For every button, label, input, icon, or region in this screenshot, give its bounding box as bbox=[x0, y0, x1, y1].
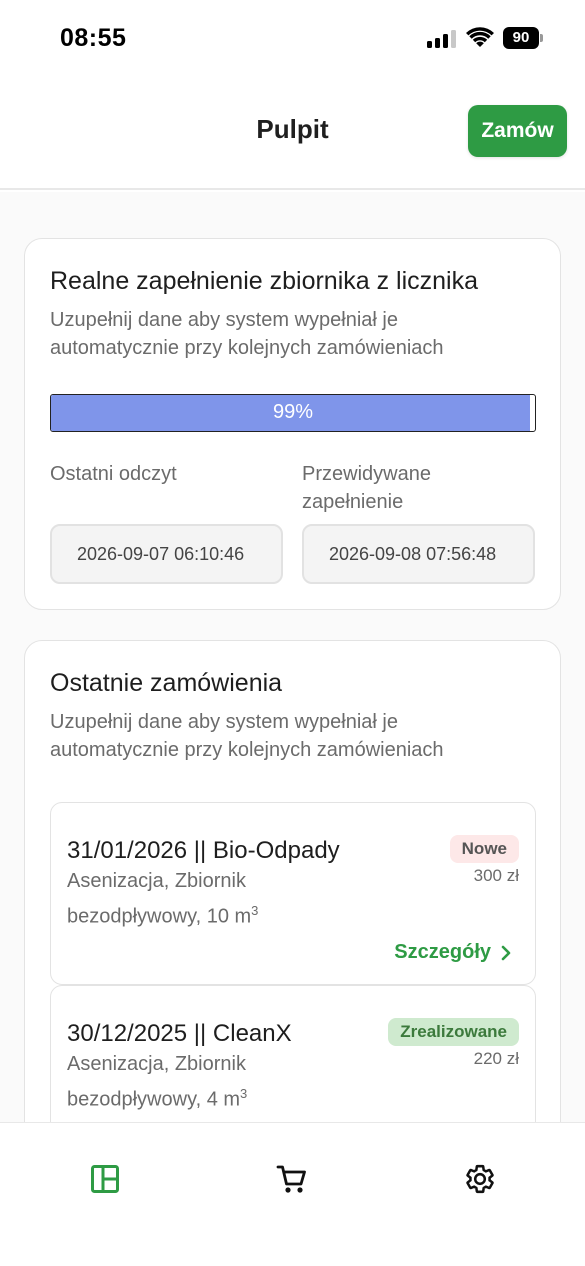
order-title: 31/01/2026 || Bio-Odpady bbox=[67, 837, 340, 864]
last-reading-label: Ostatni odczyt bbox=[50, 463, 177, 485]
status-time: 08:55 bbox=[60, 24, 127, 52]
progress-label: 99% bbox=[272, 401, 314, 423]
order-description: Asenizacja, Zbiornik bezodpływowy, 4 m3 bbox=[67, 1053, 248, 1111]
app-header: Pulpit Zamów bbox=[0, 80, 585, 190]
battery-icon: 90 bbox=[503, 27, 543, 49]
bottom-navigation bbox=[0, 1122, 585, 1266]
tank-card-subtitle: Uzupełnij dane aby system wypełniał je a… bbox=[50, 309, 444, 359]
nav-orders[interactable] bbox=[272, 1159, 312, 1199]
order-list-item[interactable]: 31/01/2026 || Bio-Odpady Asenizacja, Zbi… bbox=[50, 802, 536, 985]
cart-icon bbox=[276, 1165, 306, 1193]
last-reading-field[interactable] bbox=[50, 524, 283, 584]
dashboard-content[interactable]: Realne zapełnienie zbiornika z licznika … bbox=[0, 192, 585, 1122]
details-link[interactable]: Szczegóły bbox=[394, 941, 511, 964]
predicted-fill-field[interactable] bbox=[302, 524, 535, 584]
dashboard-icon bbox=[91, 1165, 119, 1193]
order-button[interactable]: Zamów bbox=[468, 105, 567, 157]
settings-gear-icon bbox=[466, 1164, 494, 1194]
status-bar: 08:55 90 bbox=[0, 0, 585, 80]
wifi-icon bbox=[466, 27, 494, 49]
order-price: 220 zł bbox=[473, 1049, 519, 1068]
cellular-signal-icon bbox=[427, 30, 457, 48]
order-title: 30/12/2025 || CleanX bbox=[67, 1020, 292, 1047]
tank-card-title: Realne zapełnienie zbiornika z licznika bbox=[50, 267, 479, 295]
order-description: Asenizacja, Zbiornik bezodpływowy, 10 m3 bbox=[67, 870, 259, 928]
battery-level: 90 bbox=[503, 27, 539, 49]
nav-dashboard[interactable] bbox=[85, 1159, 125, 1199]
predicted-fill-label: Przewidywane zapełnienie bbox=[302, 463, 431, 513]
order-list-item[interactable]: 30/12/2025 || CleanX Asenizacja, Zbiorni… bbox=[50, 985, 536, 1122]
tank-fill-card: Realne zapełnienie zbiornika z licznika … bbox=[24, 238, 561, 610]
details-label: Szczegóły bbox=[394, 941, 491, 963]
orders-card-title: Ostatnie zamówienia bbox=[50, 669, 283, 697]
orders-card-subtitle: Uzupełnij dane aby system wypełniał je a… bbox=[50, 711, 444, 761]
tank-fill-progress-bar: 99% bbox=[50, 394, 536, 432]
recent-orders-card: Ostatnie zamówienia Uzupełnij dane aby s… bbox=[24, 640, 561, 1122]
nav-settings[interactable] bbox=[460, 1159, 500, 1199]
order-price: 300 zł bbox=[473, 866, 519, 885]
status-badge: Nowe bbox=[449, 835, 519, 863]
chevron-right-icon bbox=[501, 945, 511, 960]
status-badge: Zrealizowane bbox=[388, 1018, 519, 1046]
